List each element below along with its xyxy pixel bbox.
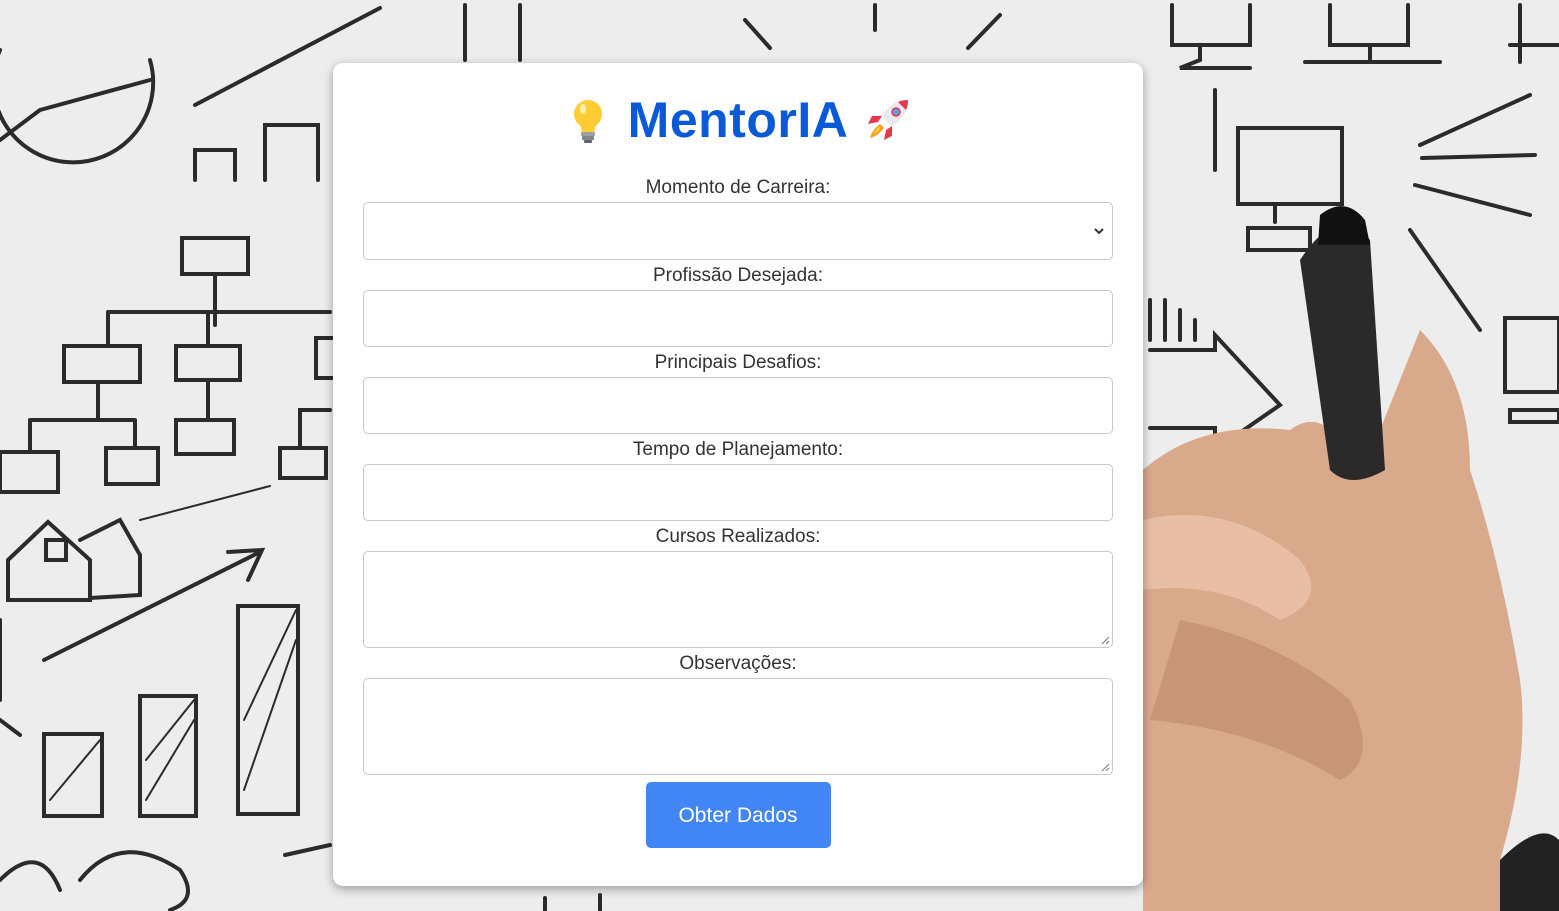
courses-completed-label: Cursos Realizados: [655, 526, 821, 547]
resize-grip-icon[interactable] [1100, 762, 1110, 772]
chevron-down-icon [1094, 228, 1104, 235]
rocket-icon [862, 94, 914, 146]
career-moment-label: Momento de Carreira: [645, 177, 831, 198]
resize-grip-icon[interactable] [1100, 635, 1110, 645]
lightbulb-icon [562, 94, 614, 146]
desired-profession-label: Profissão Desejada: [652, 265, 824, 286]
main-challenges-input[interactable] [363, 377, 1113, 434]
observations-textarea[interactable] [363, 678, 1113, 775]
obter-dados-button[interactable]: Obter Dados [645, 782, 831, 848]
app-title: MentorIA [627, 92, 849, 148]
planning-time-label: Tempo de Planejamento: [632, 439, 844, 460]
main-challenges-label: Principais Desafios: [654, 352, 822, 373]
mentoria-form-card: MentorIA Momento de Carreira: Profissão … [333, 63, 1143, 886]
observations-label: Observações: [679, 653, 797, 674]
desired-profession-input[interactable] [363, 290, 1113, 347]
career-moment-select[interactable] [363, 202, 1113, 260]
courses-completed-textarea[interactable] [363, 551, 1113, 648]
planning-time-input[interactable] [363, 464, 1113, 521]
title-row: MentorIA [363, 63, 1113, 175]
submit-row: Obter Dados [363, 782, 1113, 848]
